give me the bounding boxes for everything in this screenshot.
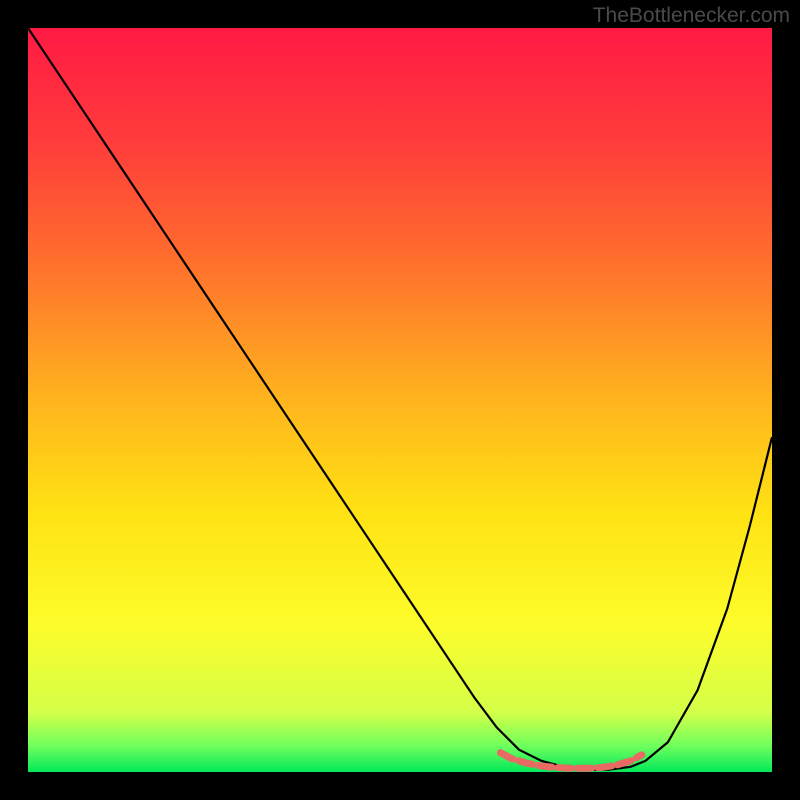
- watermark-text: TheBottlenecker.com: [593, 4, 790, 28]
- chart-plot-area: [28, 28, 772, 772]
- gradient-background: [28, 28, 772, 772]
- bottleneck-chart: [28, 28, 772, 772]
